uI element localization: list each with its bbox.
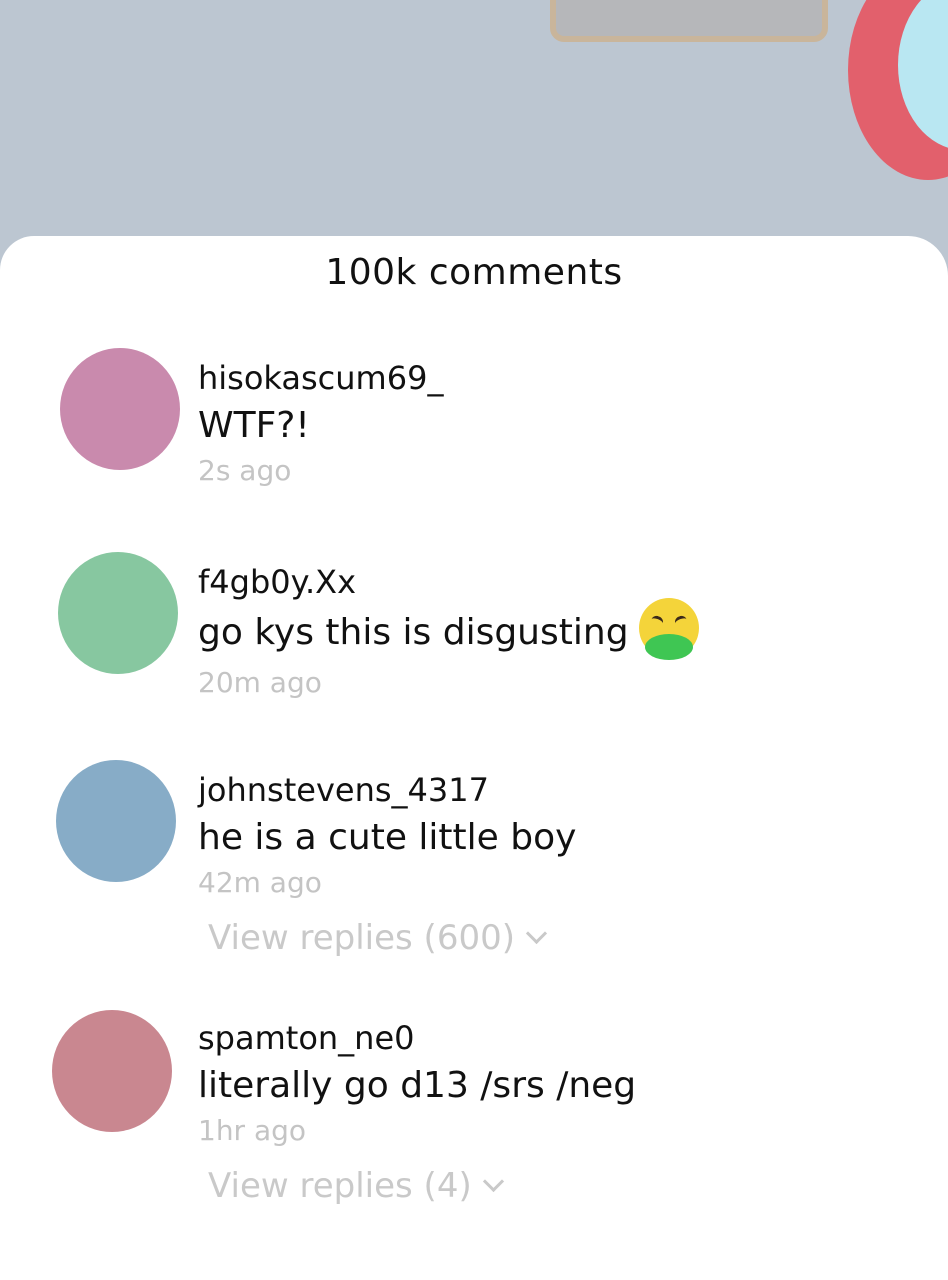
vomiting-face-icon (638, 598, 699, 660)
comment-text: go kys this is disgusting (198, 612, 629, 653)
avatar[interactable] (58, 552, 178, 674)
view-replies-label: View replies (4) (208, 1166, 472, 1206)
comment-username[interactable]: hisokascum69_ (198, 356, 443, 400)
view-replies-button[interactable]: View replies (4) (208, 1164, 504, 1208)
comment-text-line: go kys this is disgusting (198, 598, 699, 664)
background-video-ring (848, 0, 948, 180)
comment-timestamp: 20m ago (198, 666, 322, 699)
comment-count-title: 100k comments (325, 252, 623, 293)
comment-text: literally go d13 /srs /neg (198, 1065, 637, 1106)
avatar[interactable] (52, 1010, 172, 1132)
comment-timestamp: 42m ago (198, 866, 322, 899)
comment-timestamp: 1hr ago (198, 1114, 307, 1147)
comment-text: he is a cute little boy (198, 817, 577, 858)
avatar[interactable] (56, 760, 176, 882)
chevron-down-icon (525, 922, 548, 945)
video-screen: 100k comments hisokascum69_ WTF?! 2s ago… (0, 0, 948, 1280)
background-video-card (550, 0, 828, 42)
comment-timestamp: 2s ago (198, 454, 292, 487)
comment-username[interactable]: f4gb0y.Xx (198, 560, 699, 604)
view-replies-button[interactable]: View replies (600) (208, 916, 548, 960)
comment-username[interactable]: johnstevens_4317 (198, 768, 576, 812)
avatar[interactable] (60, 348, 180, 470)
comment-text: WTF?! (198, 405, 310, 446)
comment-username[interactable]: spamton_ne0 (198, 1016, 636, 1060)
chevron-down-icon (482, 1170, 504, 1193)
comments-sheet: 100k comments hisokascum69_ WTF?! 2s ago… (0, 236, 948, 1280)
view-replies-label: View replies (600) (208, 918, 515, 958)
